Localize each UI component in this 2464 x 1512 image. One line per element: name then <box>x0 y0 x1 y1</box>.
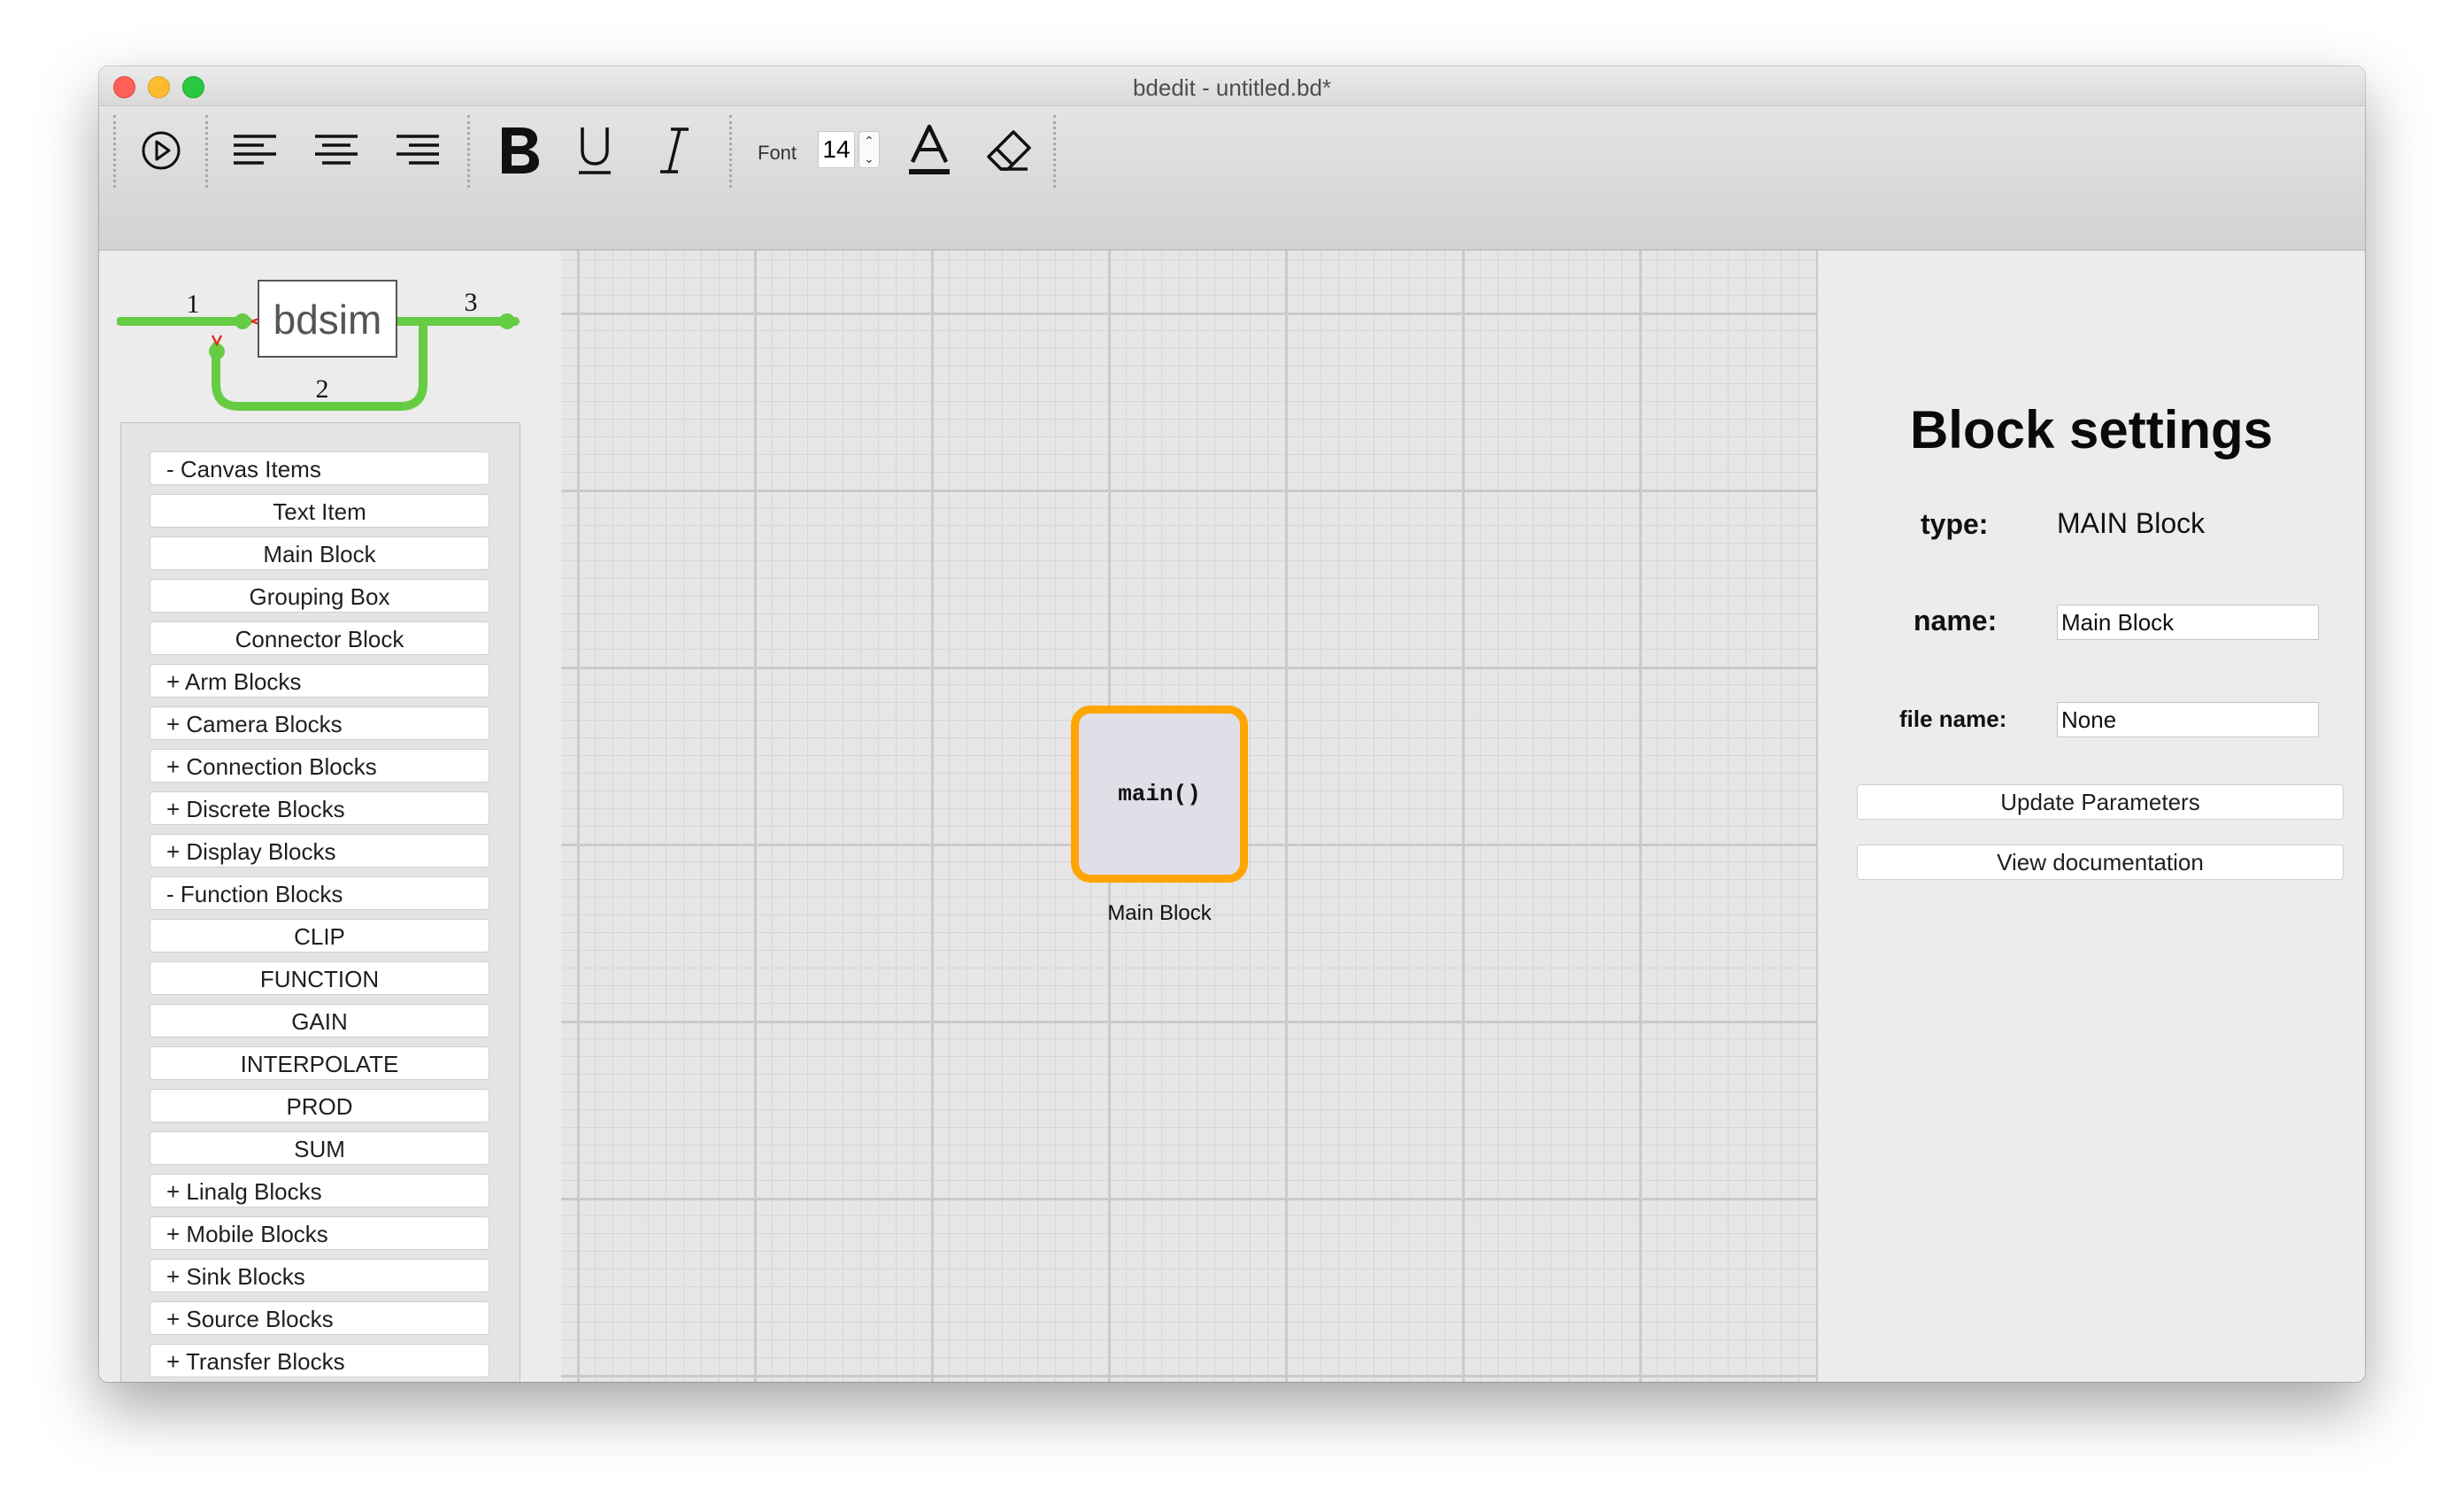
logo-port-label: 1 <box>187 289 200 319</box>
library-item-main-block[interactable]: Main Block <box>150 536 489 570</box>
view-documentation-button[interactable]: View documentation <box>1857 845 2344 880</box>
bdsim-logo: bdsim 1 3 2 <box>116 259 524 436</box>
diagram-canvas[interactable]: main() Main Block <box>561 251 1818 1382</box>
main-block[interactable]: main() <box>1071 706 1248 883</box>
library-item-connector-block[interactable]: Connector Block <box>150 621 489 655</box>
align-center-icon <box>315 135 358 165</box>
align-right-icon <box>397 135 439 165</box>
block-settings-title: Block settings <box>1909 400 2274 459</box>
type-value: MAIN Block <box>2057 507 2206 539</box>
library-category-display-blocks[interactable]: + Display Blocks <box>150 834 489 868</box>
align-right-button[interactable] <box>391 122 444 179</box>
stepper-down-icon[interactable]: ⌄ <box>859 150 879 167</box>
align-center-button[interactable] <box>310 122 363 179</box>
library-category-transfer-blocks[interactable]: + Transfer Blocks <box>150 1344 489 1377</box>
name-field[interactable]: Main Block <box>2057 605 2319 640</box>
type-label: type: <box>1921 508 1989 540</box>
library-item-prod[interactable]: PROD <box>150 1089 489 1122</box>
window-title: bdedit - untitled.bd* <box>1132 74 1332 101</box>
logo-port-label: 2 <box>316 374 329 404</box>
main-block-label[interactable]: Main Block <box>1071 901 1248 926</box>
main-block-function-text: main() <box>1118 781 1201 807</box>
library-item-gain[interactable]: GAIN <box>150 1004 489 1038</box>
library-category-canvas-items[interactable]: - Canvas Items <box>150 451 489 485</box>
bold-icon <box>502 127 539 174</box>
bdsim-logo-graphic: bdsim 1 3 2 <box>116 280 520 411</box>
font-size-value[interactable]: 14 <box>818 131 855 168</box>
underline-button[interactable] <box>568 122 621 179</box>
underline-icon <box>579 127 611 174</box>
library-category-source-blocks[interactable]: + Source Blocks <box>150 1301 489 1335</box>
library-category-arm-blocks[interactable]: + Arm Blocks <box>150 664 489 698</box>
library-category-camera-blocks[interactable]: + Camera Blocks <box>150 706 489 740</box>
run-simulation-button[interactable] <box>135 122 188 179</box>
library-item-interpolate[interactable]: INTERPOLATE <box>150 1046 489 1080</box>
library-category-mobile-blocks[interactable]: + Mobile Blocks <box>150 1216 489 1250</box>
block-settings-panel: Block settings type: MAIN Block name: Ma… <box>1818 251 2365 1382</box>
library-item-text-item[interactable]: Text Item <box>150 494 489 528</box>
italic-button[interactable] <box>648 122 701 179</box>
library-item-clip[interactable]: CLIP <box>150 919 489 953</box>
block-library-panel: bdsim 1 3 2 - Canvas Items Text Item Main … <box>99 251 561 1382</box>
play-icon <box>142 131 181 170</box>
toolbar-separator <box>729 115 732 188</box>
toolbar: Font 14 ⌃ ⌄ <box>99 106 2365 251</box>
font-size-label: Font <box>758 142 797 164</box>
file-name-label: file name: <box>1899 706 2007 732</box>
library-category-discrete-blocks[interactable]: + Discrete Blocks <box>150 791 489 825</box>
toolbar-separator <box>205 115 208 188</box>
library-category-linalg-blocks[interactable]: + Linalg Blocks <box>150 1174 489 1207</box>
app-window: bdedit - untitled.bd* Font 14 ⌃ ⌄ bdsim … <box>99 66 2365 1382</box>
align-left-button[interactable] <box>228 122 281 179</box>
eraser-icon <box>987 130 1031 171</box>
library-item-grouping-box[interactable]: Grouping Box <box>150 579 489 613</box>
font-size-spinbox[interactable]: 14 ⌃ ⌄ <box>818 127 882 172</box>
font-size-stepper[interactable]: ⌃ ⌄ <box>859 131 880 168</box>
library-category-sink-blocks[interactable]: + Sink Blocks <box>150 1259 489 1292</box>
file-name-field[interactable]: None <box>2057 702 2319 737</box>
italic-icon <box>660 127 689 174</box>
library-category-connection-blocks[interactable]: + Connection Blocks <box>150 749 489 783</box>
bold-button[interactable] <box>489 122 551 179</box>
name-label: name: <box>1913 605 1998 636</box>
update-parameters-button[interactable]: Update Parameters <box>1857 784 2344 820</box>
bdsim-logo-text: bdsim <box>273 297 382 343</box>
library-item-function[interactable]: FUNCTION <box>150 961 489 995</box>
stepper-up-icon[interactable]: ⌃ <box>859 132 879 150</box>
text-color-button[interactable] <box>903 122 956 179</box>
toolbar-separator <box>467 115 470 188</box>
library-category-function-blocks[interactable]: - Function Blocks <box>150 876 489 910</box>
logo-port-label: 3 <box>465 288 478 317</box>
block-library-list: - Canvas Items Text Item Main Block Groupin… <box>120 422 520 1382</box>
toolbar-separator <box>113 115 116 188</box>
library-item-sum[interactable]: SUM <box>150 1131 489 1165</box>
eraser-button[interactable] <box>981 122 1037 179</box>
text-color-icon <box>909 124 950 174</box>
align-left-icon <box>234 135 276 165</box>
title-bar: bdedit - untitled.bd* <box>99 66 2365 106</box>
toolbar-separator <box>1053 115 1056 188</box>
